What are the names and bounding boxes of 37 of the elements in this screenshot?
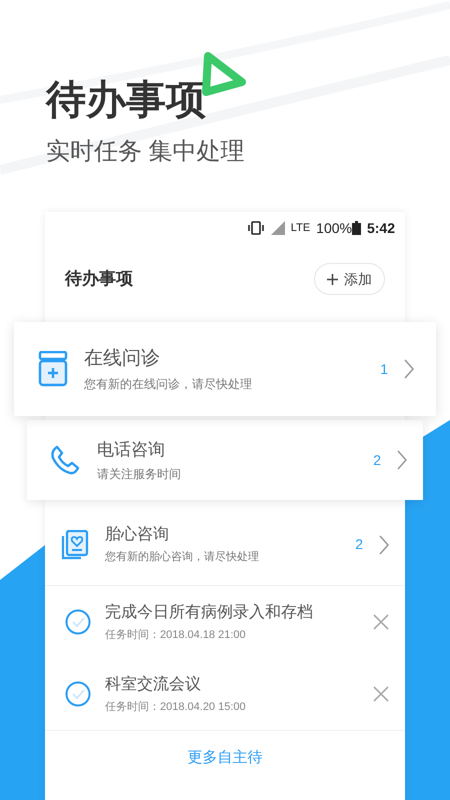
- category-subtitle: 请关注服务时间: [97, 466, 182, 483]
- heart-card-icon: [61, 530, 89, 560]
- category-subtitle: 您有新的在线问诊，请尽快处理: [84, 376, 253, 394]
- task-time: 任务时间：2018.04.20 15:00: [105, 700, 247, 715]
- count-label: 2: [373, 450, 381, 470]
- plus-icon: [327, 274, 338, 284]
- category-card[interactable]: 在线问诊 您有新的在线问诊，请尽快处理 1: [14, 322, 436, 416]
- chevron-icon: [404, 359, 414, 379]
- category-subtitle: 您有新的胎心咨询，请尽快处理: [105, 550, 260, 566]
- task-title: 完成今日所有病例录入和存档: [105, 602, 314, 623]
- category-card[interactable]: 电话咨询 请关注服务时间 2: [27, 420, 423, 500]
- category-card[interactable]: 胎心咨询 您有新的胎心咨询，请尽快处理 2: [45, 504, 405, 586]
- battery-label: 100%: [316, 218, 352, 238]
- chevron-icon: [397, 450, 407, 470]
- check-circle-icon[interactable]: [65, 609, 91, 635]
- count-label: 1: [380, 360, 388, 378]
- category-title: 在线问诊: [84, 346, 161, 371]
- task-time: 任务时间：2018.04.18 21:00: [105, 628, 247, 643]
- category-title: 电话咨询: [97, 439, 166, 462]
- headline-subtitle: 实时任务 集中处理: [46, 137, 246, 167]
- task-title: 科室交流会议: [105, 674, 202, 695]
- count-label: 2: [355, 535, 363, 554]
- vibrate-icon: [246, 221, 265, 235]
- category-title: 胎心咨询: [105, 524, 170, 546]
- close-icon[interactable]: [373, 614, 389, 630]
- medicine-jar-icon: [38, 351, 68, 387]
- check-circle-icon[interactable]: [65, 681, 91, 707]
- chevron-icon: [379, 534, 389, 554]
- network-label: LTE: [290, 220, 310, 236]
- add-button[interactable]: 添加: [314, 263, 385, 295]
- clock-time: 5:42: [366, 218, 395, 238]
- signal-icon: [270, 221, 285, 235]
- headline-title: 待办事项: [46, 77, 206, 124]
- battery-icon: [352, 221, 361, 235]
- list-title: 待办事项: [65, 268, 133, 290]
- close-icon[interactable]: [373, 686, 389, 702]
- phone-icon: [49, 444, 81, 476]
